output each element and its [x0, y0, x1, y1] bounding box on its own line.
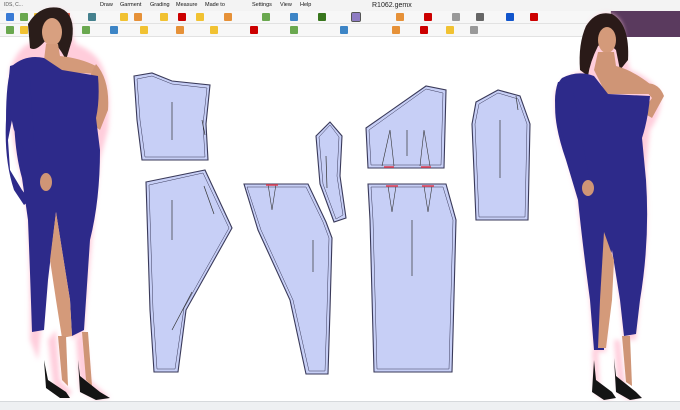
- pattern-piece-front-bodice[interactable]: [133, 72, 211, 161]
- model-photo-left: [5, 7, 110, 400]
- model-photo-right: [555, 13, 664, 400]
- pattern-piece-front-skirt[interactable]: [145, 169, 233, 373]
- pattern-piece-back-skirt[interactable]: [367, 183, 457, 373]
- pattern-drawing[interactable]: [0, 0, 680, 409]
- pattern-piece-facing[interactable]: [315, 121, 347, 223]
- pattern-piece-side-panel[interactable]: [243, 183, 333, 375]
- pattern-piece-sleeve[interactable]: [471, 89, 531, 221]
- pattern-piece-back-bodice[interactable]: [365, 85, 447, 169]
